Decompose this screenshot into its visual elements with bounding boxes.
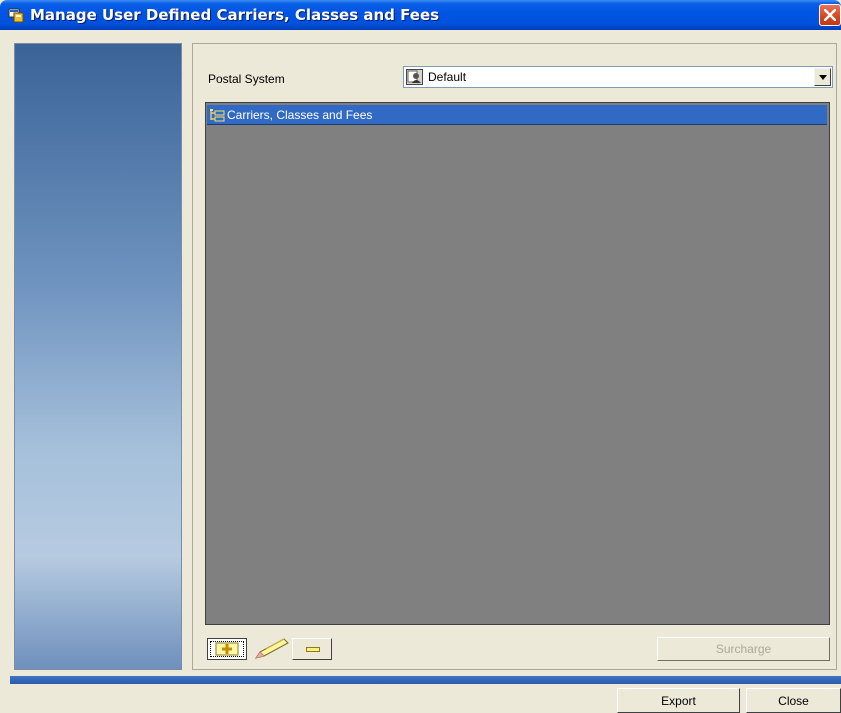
export-button[interactable]: Export [617,688,740,713]
window-close-button[interactable] [819,4,841,26]
edit-button[interactable] [250,638,292,660]
tree-folder-icon [210,109,225,122]
carriers-tree[interactable]: Carriers, Classes and Fees [205,102,830,625]
sidebar-panel [14,43,182,670]
close-icon [824,9,836,21]
window-title: Manage User Defined Carriers, Classes an… [30,6,440,24]
pencil-icon [254,638,289,659]
postal-system-dropdown[interactable]: Default [403,66,833,88]
add-icon [215,642,239,656]
surcharge-button[interactable]: Surcharge [657,637,830,661]
tree-item-carriers[interactable]: Carriers, Classes and Fees [207,105,827,125]
tree-item-label: Carriers, Classes and Fees [227,108,373,122]
window-border [0,30,10,713]
remove-button[interactable] [292,638,332,660]
add-button[interactable] [207,638,247,660]
title-bar[interactable]: Manage User Defined Carriers, Classes an… [0,0,841,30]
close-button[interactable]: Close [746,688,841,713]
postal-system-value: Default [428,70,467,84]
dropdown-arrow-icon[interactable] [814,68,831,86]
app-icon [8,8,24,23]
remove-icon [306,647,320,652]
status-separator [10,676,841,684]
postal-system-label: Postal System [208,72,285,86]
postal-system-icon [406,69,423,85]
